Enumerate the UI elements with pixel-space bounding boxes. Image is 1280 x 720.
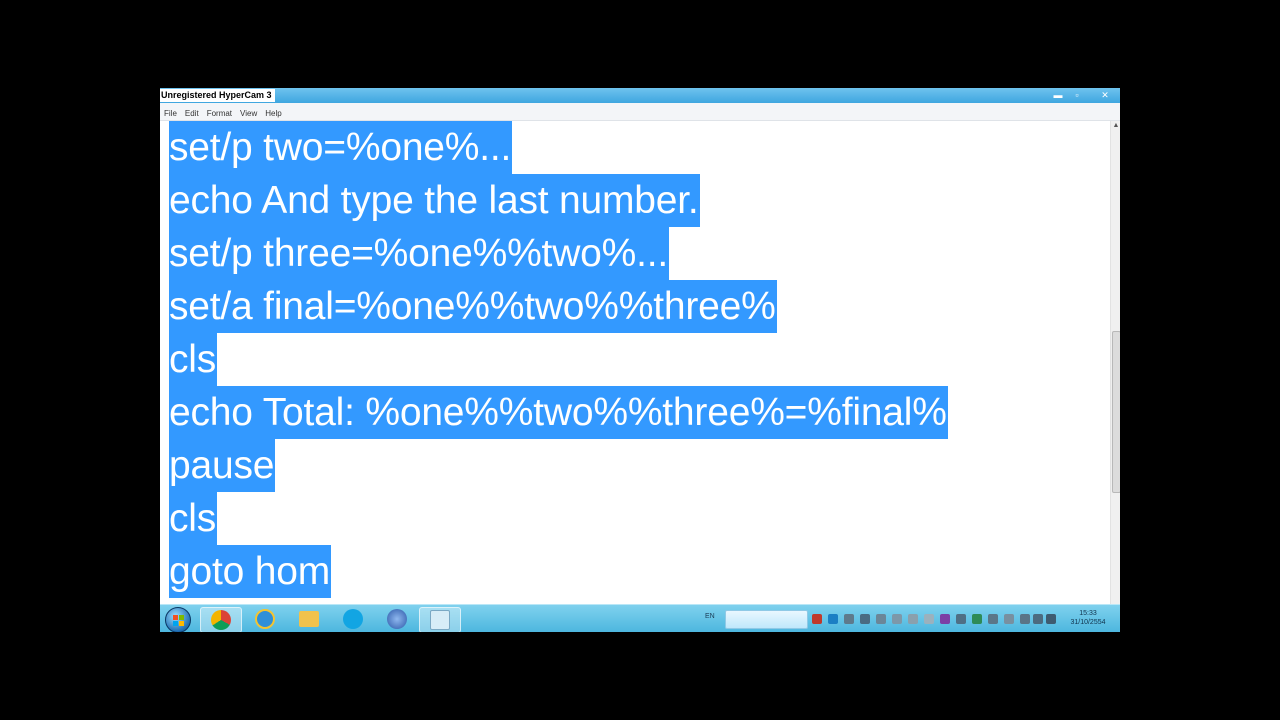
menu-file[interactable]: File bbox=[160, 105, 181, 122]
taskbar: EN 15:33 31/10/2554 bbox=[160, 604, 1120, 632]
language-indicator[interactable]: EN bbox=[705, 613, 715, 620]
tray-app-icon[interactable] bbox=[860, 614, 870, 624]
menu-bar: File Edit Format View Help bbox=[160, 103, 1120, 121]
tray-app-icon[interactable] bbox=[956, 614, 966, 624]
editor-line: set/a final=%one%%two%%three% bbox=[169, 280, 777, 333]
tray-security-icon[interactable] bbox=[844, 614, 854, 624]
recorder-watermark: Unregistered HyperCam 3 bbox=[160, 89, 275, 102]
selected-text: set/p three=%one%%two%... bbox=[169, 227, 670, 280]
editor-line: goto hom bbox=[169, 545, 332, 598]
taskbar-app-internet-explorer[interactable] bbox=[245, 607, 285, 631]
selected-text: pause bbox=[169, 439, 276, 492]
editor-line: set/p two=%one%... bbox=[169, 121, 513, 174]
taskbar-app-chrome[interactable] bbox=[200, 607, 242, 632]
close-button[interactable]: ✕ bbox=[1096, 89, 1114, 101]
editor-line: pause bbox=[169, 439, 276, 492]
desktop-screen: Unregistered HyperCam 3 ▬ ▫ ✕ File Edit Fo… bbox=[160, 88, 1120, 632]
vertical-scrollbar[interactable]: ▲ bbox=[1110, 121, 1120, 604]
taskbar-app-itunes[interactable] bbox=[377, 607, 417, 631]
notepad-icon bbox=[430, 610, 450, 630]
tray-settings-icon[interactable] bbox=[876, 614, 886, 624]
itunes-icon bbox=[387, 609, 407, 629]
folder-icon bbox=[299, 611, 319, 627]
taskbar-clock[interactable]: 15:33 31/10/2554 bbox=[1060, 609, 1116, 627]
selected-text: goto hom bbox=[169, 545, 332, 598]
minimize-button[interactable]: ▬ bbox=[1049, 89, 1067, 101]
menu-view[interactable]: View bbox=[236, 105, 261, 122]
window-title-bar[interactable]: Unregistered HyperCam 3 ▬ ▫ ✕ bbox=[160, 88, 1120, 103]
editor-line: cls bbox=[169, 492, 218, 545]
menu-help[interactable]: Help bbox=[261, 105, 285, 122]
taskbar-app-skype[interactable] bbox=[333, 607, 373, 631]
selected-text: echo Total: %one%%two%%three%=%final% bbox=[169, 386, 948, 439]
selected-text: cls bbox=[169, 492, 218, 545]
menu-format[interactable]: Format bbox=[203, 105, 236, 122]
tray-power-icon[interactable] bbox=[1020, 614, 1030, 624]
tray-network-icon[interactable] bbox=[892, 614, 902, 624]
menu-edit[interactable]: Edit bbox=[181, 105, 203, 122]
clock-time: 15:33 bbox=[1079, 610, 1097, 617]
scrollbar-thumb[interactable] bbox=[1112, 331, 1120, 493]
editor-line: set/p three=%one%%two%... bbox=[169, 227, 670, 280]
tray-flag-icon[interactable] bbox=[988, 614, 998, 624]
tray-onenote-icon[interactable] bbox=[940, 614, 950, 624]
start-button[interactable] bbox=[162, 607, 192, 632]
editor-line: echo Total: %one%%two%%three%=%final% bbox=[169, 386, 948, 439]
selected-text: set/a final=%one%%two%%three% bbox=[169, 280, 777, 333]
tray-device-icon[interactable] bbox=[1004, 614, 1014, 624]
chrome-icon bbox=[211, 610, 231, 630]
tray-monitor-icon[interactable] bbox=[972, 614, 982, 624]
volume-icon[interactable] bbox=[1046, 614, 1056, 624]
editor-line: cls bbox=[169, 333, 218, 386]
tray-update-icon[interactable] bbox=[828, 614, 838, 624]
clock-date: 31/10/2554 bbox=[1070, 619, 1106, 626]
tray-antivirus-icon[interactable] bbox=[812, 614, 822, 624]
selected-text: set/p two=%one%... bbox=[169, 121, 513, 174]
selected-text: echo And type the last number. bbox=[169, 174, 700, 227]
taskbar-app-notepad[interactable] bbox=[419, 607, 461, 632]
selected-text: cls bbox=[169, 333, 218, 386]
text-editor-area[interactable]: set/p two=%one%... echo And type the las… bbox=[160, 121, 1110, 604]
tray-app-icon[interactable] bbox=[908, 614, 918, 624]
editor-line: echo And type the last number. bbox=[169, 174, 700, 227]
taskbar-app-explorer[interactable] bbox=[289, 607, 329, 631]
ie-icon bbox=[255, 609, 275, 629]
tray-toolbar[interactable] bbox=[725, 610, 808, 629]
windows-logo-icon bbox=[165, 607, 191, 632]
network-signal-icon[interactable] bbox=[1033, 614, 1043, 624]
skype-icon bbox=[343, 609, 363, 629]
maximize-button[interactable]: ▫ bbox=[1068, 89, 1086, 101]
scroll-up-arrow-icon[interactable]: ▲ bbox=[1111, 121, 1120, 131]
tray-app-icon[interactable] bbox=[924, 614, 934, 624]
